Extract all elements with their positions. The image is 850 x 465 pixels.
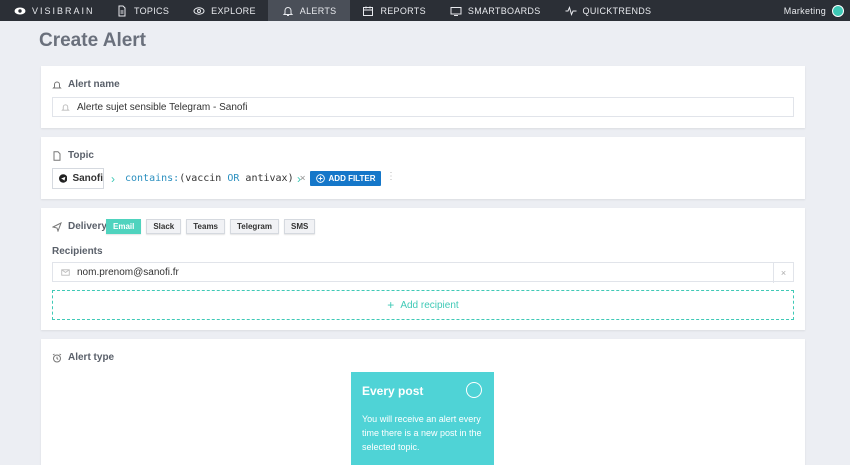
nav-item-alerts[interactable]: ALERTS [267,0,351,21]
monitor-icon [450,6,462,16]
alert-type-card: Alert type Every post You will receive a… [41,339,805,465]
nav-label-alerts: ALERTS [299,5,337,16]
user-avatar-icon [832,4,844,17]
remove-recipient-icon[interactable]: × [773,263,793,283]
brand-logo[interactable]: VISIBRAIN [0,6,104,16]
pulse-icon [565,5,577,16]
refresh-icon [466,382,482,398]
topic-chip-label: Sanofi [72,173,103,184]
delivery-channels: Email Slack Teams Telegram SMS [106,219,316,234]
channel-sms[interactable]: SMS [284,219,316,234]
delivery-card: Delivery: Email Slack Teams Telegram SMS… [41,208,805,330]
account-name: Marketing [783,5,826,16]
alert-name-value: Alerte sujet sensible Telegram - Sanofi [77,101,248,113]
nav-label-smartboards: SMARTBOARDS [467,5,541,16]
query-operator: OR [227,173,240,184]
add-filter-button[interactable]: ADD FILTER [310,171,381,186]
plus-circle-icon [315,174,325,183]
channel-teams[interactable]: Teams [186,219,226,234]
query-close: antivax) [239,173,294,184]
document-icon [118,5,126,16]
alert-type-label: Alert type [52,352,114,363]
more-options-icon[interactable]: ⋮ [386,171,396,182]
channel-slack[interactable]: Slack [146,219,182,234]
nav-label-explore: EXPLORE [211,5,256,16]
topic-card: Topic Sanofi › contains:(vaccin OR antiv… [41,137,805,199]
nav-label-quicktrends: QUICKTRENDS [582,5,652,16]
account-menu[interactable]: Marketing [783,4,850,17]
query-open: (vaccin [179,173,228,184]
envelope-icon [61,268,70,276]
eye-logo-icon [14,7,26,14]
option-title: Every post [362,384,424,398]
query-filter[interactable]: contains:(vaccin OR antivax) × [125,173,306,184]
delivery-label: Delivery: [52,221,110,232]
page-title: Create Alert [39,30,147,51]
brand-name: VISIBRAIN [32,5,95,16]
nav-label-reports: REPORTS [380,5,426,16]
calendar-icon [363,6,374,16]
alarm-icon [52,353,62,362]
bell-icon [61,103,70,111]
chevron-right-icon: › [297,172,301,186]
add-recipient-button[interactable]: + Add recipient [52,290,794,320]
nav-label-topics: TOPICS [134,5,170,16]
recipient-email-field[interactable]: nom.prenom@sanofi.fr × [52,262,794,283]
eye-icon [193,6,205,15]
alert-name-label: Alert name [52,79,120,90]
top-nav: VISIBRAIN TOPICS EXPLORE ALERTS REPORTS … [0,0,850,21]
alert-name-field[interactable]: Alerte sujet sensible Telegram - Sanofi [52,97,794,117]
nav-item-topics[interactable]: TOPICS [104,0,181,21]
channel-email[interactable]: Email [106,219,142,234]
option-description: You will receive an alert every time the… [362,414,482,452]
nav-item-explore[interactable]: EXPLORE [181,0,268,21]
nav-item-smartboards[interactable]: SMARTBOARDS [438,0,553,21]
channel-telegram[interactable]: Telegram [230,219,279,234]
recipients-label: Recipients [52,246,103,257]
topic-label: Topic [52,150,94,161]
alert-type-every-post[interactable]: Every post You will receive an alert eve… [351,372,494,465]
bell-icon [52,81,62,88]
alert-name-card: Alert name Alerte sujet sensible Telegra… [41,66,805,128]
query-keyword: contains: [125,173,180,184]
plus-icon: + [387,298,395,312]
recipient-email-value: nom.prenom@sanofi.fr [77,266,179,278]
document-icon [53,150,61,161]
chevron-right-icon: › [111,172,115,186]
bell-icon [282,6,293,16]
send-icon [52,221,62,232]
topic-chip[interactable]: Sanofi [52,168,104,189]
nav-item-quicktrends[interactable]: QUICKTRENDS [553,0,664,21]
nav-item-reports[interactable]: REPORTS [350,0,437,21]
telegram-icon [59,174,68,183]
